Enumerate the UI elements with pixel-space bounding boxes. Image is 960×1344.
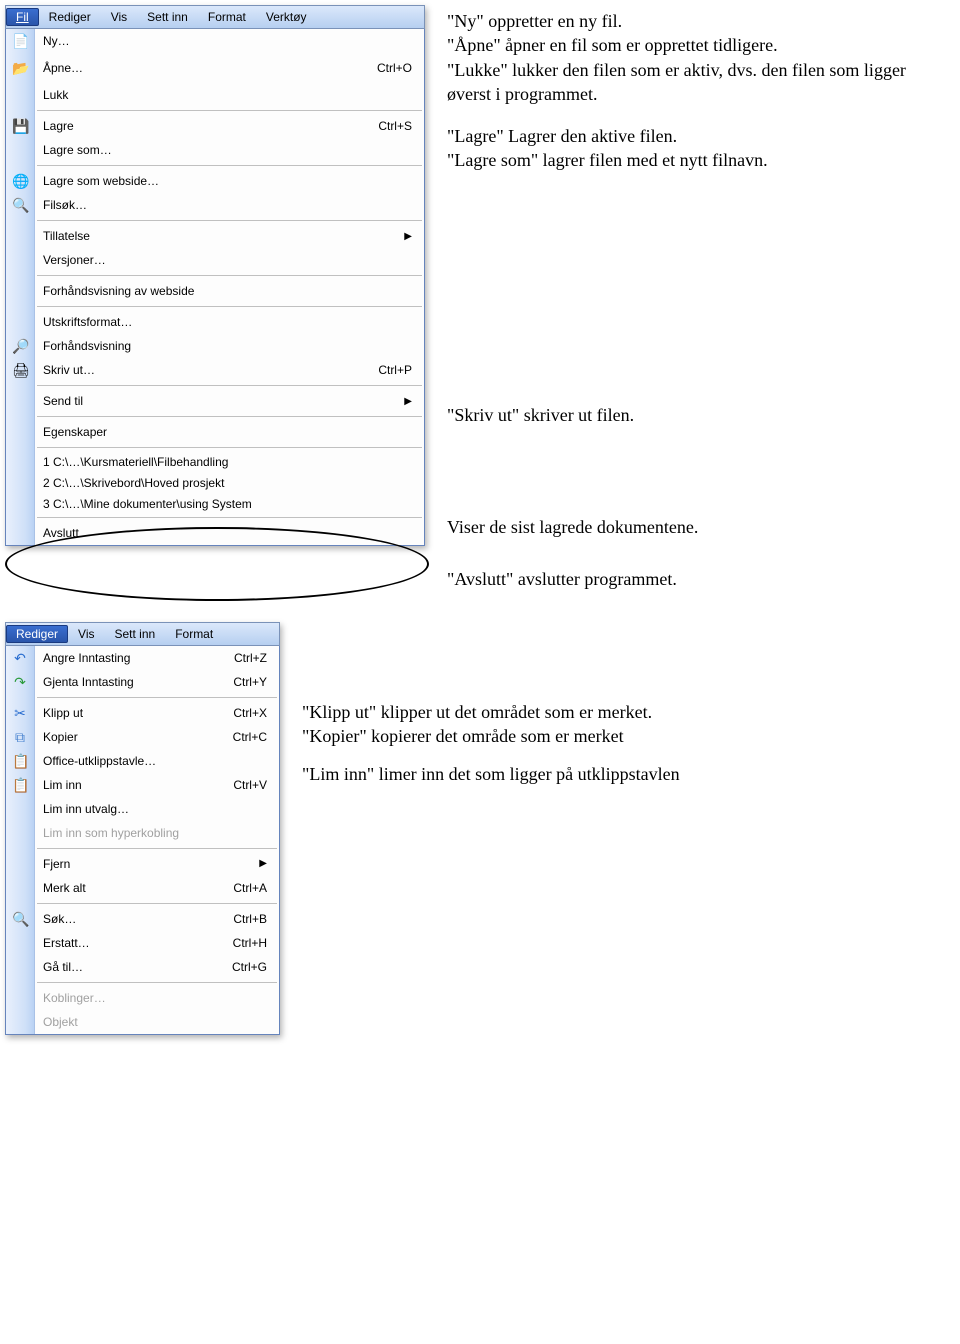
undo-icon: ↶ xyxy=(12,650,28,666)
mi-kopier[interactable]: KopierCtrl+C xyxy=(35,725,279,749)
mi-lukk[interactable]: Lukk xyxy=(35,83,424,107)
explain-mru: Viser de sist lagrede dokumentene. xyxy=(447,515,947,539)
printer-icon: 🖨 xyxy=(12,362,28,378)
mi-angre[interactable]: Angre InntastingCtrl+Z xyxy=(35,646,279,670)
file-dropdown: 📄 📂 💾 🌐 🔍 🔎 🖨 xyxy=(5,29,425,546)
mi-gjenta[interactable]: Gjenta InntastingCtrl+Y xyxy=(35,670,279,694)
mi-mru3[interactable]: 3 C:\…\Mine dokumenter\using System xyxy=(35,493,424,514)
menubar-edit: Rediger Vis Sett inn Format xyxy=(5,622,280,646)
mi-avslutt[interactable]: Avslutt xyxy=(35,521,424,545)
paste-icon: 📋 xyxy=(12,777,28,793)
mi-egenskaper[interactable]: Egenskaper xyxy=(35,420,424,444)
mi-mru1[interactable]: 1 C:\…\Kursmateriell\Filbehandling xyxy=(35,451,424,472)
file-menu-explanations: "Ny" oppretter en ny fil. "Åpne" åpner e… xyxy=(425,5,947,610)
edit-menu-screenshot: Rediger Vis Sett inn Format ↶ ↷ ✂ ⧉ 📋 📋 … xyxy=(5,622,280,1035)
menubar-item-format[interactable]: Format xyxy=(198,8,256,26)
menubar-file: Fil Rediger Vis Sett inn Format Verktøy xyxy=(5,5,425,29)
mi-utskrift[interactable]: Utskriftsformat… xyxy=(35,310,424,334)
mi-lagreweb[interactable]: Lagre som webside… xyxy=(35,169,424,193)
mi-erstatt[interactable]: Erstatt…Ctrl+H xyxy=(35,931,279,955)
mi-gatil[interactable]: Gå til…Ctrl+G xyxy=(35,955,279,979)
file-dropdown-items: Ny… Åpne…Ctrl+O Lukk LagreCtrl+S Lagre s… xyxy=(35,29,424,545)
menubar-item-format2[interactable]: Format xyxy=(165,625,223,643)
menubar-item-rediger2[interactable]: Rediger xyxy=(6,625,68,643)
mi-mru2[interactable]: 2 C:\…\Skrivebord\Hoved prosjekt xyxy=(35,472,424,493)
explain-apne: "Åpne" åpner en fil som er opprettet tid… xyxy=(447,33,947,57)
mi-skrivut[interactable]: Skriv ut…Ctrl+P xyxy=(35,358,424,382)
new-file-icon: 📄 xyxy=(12,33,28,49)
explain-ny: "Ny" oppretter en ny fil. xyxy=(447,9,947,33)
mi-forhand[interactable]: Forhåndsvisning xyxy=(35,334,424,358)
menubar-item-fil[interactable]: Fil xyxy=(6,8,39,26)
mi-ny[interactable]: Ny… xyxy=(35,29,424,53)
mi-fjern[interactable]: Fjern▶ xyxy=(35,852,279,876)
mi-objekt: Objekt xyxy=(35,1010,279,1034)
open-folder-icon: 📂 xyxy=(12,60,28,76)
menubar-item-verktoy[interactable]: Verktøy xyxy=(256,8,317,26)
mi-merkalt[interactable]: Merk altCtrl+A xyxy=(35,876,279,900)
edit-dropdown: ↶ ↷ ✂ ⧉ 📋 📋 🔍 Angr xyxy=(5,646,280,1035)
mi-lagresom[interactable]: Lagre som… xyxy=(35,138,424,162)
find-icon: 🔍 xyxy=(12,911,28,927)
explain-klipput: "Klipp ut" klipper ut det området som er… xyxy=(302,700,942,724)
submenu-arrow-icon: ▶ xyxy=(259,858,267,869)
mi-sendtil[interactable]: Send til▶ xyxy=(35,389,424,413)
print-preview-icon: 🔎 xyxy=(12,338,28,354)
mi-lagre[interactable]: LagreCtrl+S xyxy=(35,114,424,138)
mi-tillatelse[interactable]: Tillatelse▶ xyxy=(35,224,424,248)
mi-apne[interactable]: Åpne…Ctrl+O xyxy=(35,53,424,83)
copy-icon: ⧉ xyxy=(12,729,28,745)
submenu-arrow-icon: ▶ xyxy=(404,231,412,242)
mi-officeclip[interactable]: Office-utklippstavle… xyxy=(35,749,279,773)
menubar-item-rediger[interactable]: Rediger xyxy=(39,8,101,26)
mi-liminn[interactable]: Lim innCtrl+V xyxy=(35,773,279,797)
mi-klipput[interactable]: Klipp utCtrl+X xyxy=(35,701,279,725)
mi-liminnhyper: Lim inn som hyperkobling xyxy=(35,821,279,845)
explain-lagresom: "Lagre som" lagrer filen med et nytt fil… xyxy=(447,148,947,172)
mi-versjoner[interactable]: Versjoner… xyxy=(35,248,424,272)
save-as-web-icon: 🌐 xyxy=(12,173,28,189)
file-dropdown-gutter: 📄 📂 💾 🌐 🔍 🔎 🖨 xyxy=(6,29,35,545)
explain-avslutt: "Avslutt" avslutter programmet. xyxy=(447,567,947,591)
menubar-item-vis2[interactable]: Vis xyxy=(68,625,104,643)
mi-forhandweb[interactable]: Forhåndsvisning av webside xyxy=(35,279,424,303)
mi-liminnutvalg[interactable]: Lim inn utvalg… xyxy=(35,797,279,821)
edit-dropdown-gutter: ↶ ↷ ✂ ⧉ 📋 📋 🔍 xyxy=(6,646,35,1034)
file-search-icon: 🔍 xyxy=(12,197,28,213)
explain-lagre: "Lagre" Lagrer den aktive filen. xyxy=(447,124,947,148)
file-menu-screenshot: Fil Rediger Vis Sett inn Format Verktøy … xyxy=(5,5,425,546)
redo-icon: ↷ xyxy=(12,674,28,690)
explain-kopier: "Kopier" kopierer det område som er merk… xyxy=(302,724,942,748)
menubar-item-settinn2[interactable]: Sett inn xyxy=(104,625,165,643)
cut-icon: ✂ xyxy=(12,705,28,721)
mi-koblinger: Koblinger… xyxy=(35,986,279,1010)
explain-lukke: "Lukke" lukker den filen som er aktiv, d… xyxy=(447,58,947,107)
save-icon: 💾 xyxy=(12,118,28,134)
edit-menu-explanations: "Klipp ut" klipper ut det området som er… xyxy=(280,622,942,787)
menubar-item-vis[interactable]: Vis xyxy=(101,8,137,26)
explain-liminn: "Lim inn" limer inn det som ligger på ut… xyxy=(302,762,942,786)
edit-dropdown-items: Angre InntastingCtrl+Z Gjenta Inntasting… xyxy=(35,646,279,1034)
menubar-item-settinn[interactable]: Sett inn xyxy=(137,8,198,26)
office-clipboard-icon: 📋 xyxy=(12,753,28,769)
mi-sok[interactable]: Søk…Ctrl+B xyxy=(35,907,279,931)
explain-skrivut: "Skriv ut" skriver ut filen. xyxy=(447,403,947,427)
submenu-arrow-icon: ▶ xyxy=(404,396,412,407)
mi-filsok[interactable]: Filsøk… xyxy=(35,193,424,217)
